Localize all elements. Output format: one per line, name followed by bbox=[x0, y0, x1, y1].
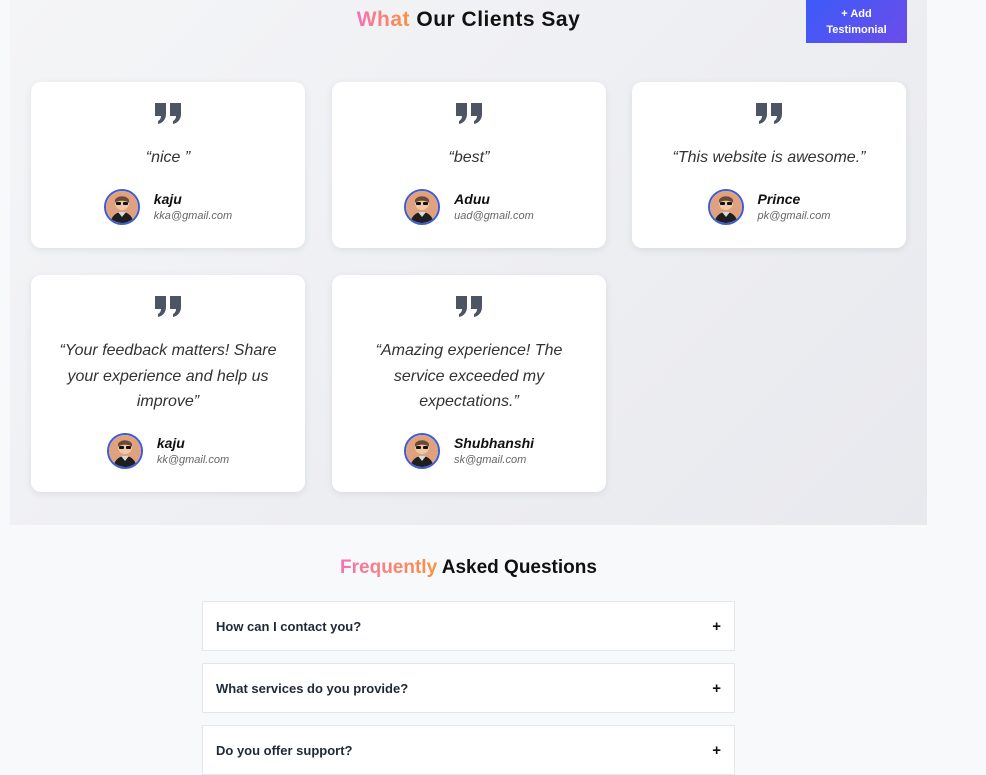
testimonial-author: Aduu uad@gmail.com bbox=[332, 189, 606, 225]
avatar bbox=[404, 189, 441, 225]
testimonial-card: “nice ” kaju kka@gmail.com bbox=[31, 82, 305, 248]
testimonial-card: “best” Aduu uad@gmail.com bbox=[332, 82, 606, 248]
testimonial-author: Shubhanshi sk@gmail.com bbox=[332, 433, 606, 469]
faq-item[interactable]: How can I contact you? + bbox=[202, 601, 735, 651]
add-testimonial-button[interactable]: + Add Testimonial bbox=[806, 0, 907, 43]
author-name: Aduu bbox=[454, 191, 490, 207]
author-email: sk@gmail.com bbox=[453, 454, 527, 466]
plus-icon[interactable]: + bbox=[712, 618, 721, 635]
testimonial-quote: “Your feedback matters! Share your exper… bbox=[59, 342, 277, 410]
faq-question: How can I contact you? bbox=[216, 618, 362, 634]
author-email: kka@gmail.com bbox=[153, 210, 233, 222]
testimonial-quote: “Amazing experience! The service exceede… bbox=[375, 342, 563, 410]
author-email: pk@gmail.com bbox=[757, 210, 831, 222]
testimonial-author: kaju kk@gmail.com bbox=[31, 433, 305, 469]
testimonial-author: Prince pk@gmail.com bbox=[632, 189, 906, 225]
avatar bbox=[707, 189, 744, 225]
faq-title: Frequently Asked Questions bbox=[0, 557, 937, 579]
testimonials-title-rest: Our Clients Say bbox=[410, 8, 581, 31]
faq-title-rest: Asked Questions bbox=[437, 557, 597, 578]
avatar bbox=[103, 189, 140, 225]
faq-question: What services do you provide? bbox=[216, 680, 409, 696]
testimonial-quote: “nice ” bbox=[145, 149, 191, 166]
author-name: kaju bbox=[156, 435, 185, 451]
avatar bbox=[106, 433, 143, 469]
avatar bbox=[403, 433, 440, 469]
testimonial-quote: “This website is awesome.” bbox=[672, 149, 866, 166]
quote-icon bbox=[332, 103, 606, 125]
author-name: Shubhanshi bbox=[453, 435, 535, 451]
quote-icon bbox=[332, 296, 606, 318]
faq-item[interactable]: Do you offer support? + bbox=[202, 725, 735, 775]
faq-item[interactable]: What services do you provide? + bbox=[202, 663, 735, 713]
quote-icon bbox=[31, 296, 305, 318]
testimonials-title-accent: What bbox=[356, 8, 411, 31]
quote-icon bbox=[31, 103, 305, 125]
testimonial-card: “Amazing experience! The service exceede… bbox=[332, 275, 606, 492]
faq-question: Do you offer support? bbox=[216, 742, 353, 758]
testimonial-card: “This website is awesome.” Prince pk@gma… bbox=[632, 82, 906, 248]
testimonial-card: “Your feedback matters! Share your exper… bbox=[31, 275, 305, 492]
testimonial-quote: “best” bbox=[448, 149, 490, 166]
faq-title-accent: Frequently bbox=[340, 557, 438, 578]
author-email: uad@gmail.com bbox=[454, 210, 534, 222]
quote-icon bbox=[632, 103, 906, 125]
plus-icon[interactable]: + bbox=[712, 680, 721, 697]
testimonials-section: What Our Clients Say + Add Testimonial “… bbox=[10, 0, 927, 525]
testimonial-author: kaju kka@gmail.com bbox=[31, 189, 305, 225]
plus-icon[interactable]: + bbox=[712, 742, 721, 759]
testimonials-title: What Our Clients Say bbox=[10, 8, 927, 32]
author-name: kaju bbox=[153, 191, 182, 207]
author-email: kk@gmail.com bbox=[156, 454, 230, 466]
author-name: Prince bbox=[757, 191, 801, 207]
